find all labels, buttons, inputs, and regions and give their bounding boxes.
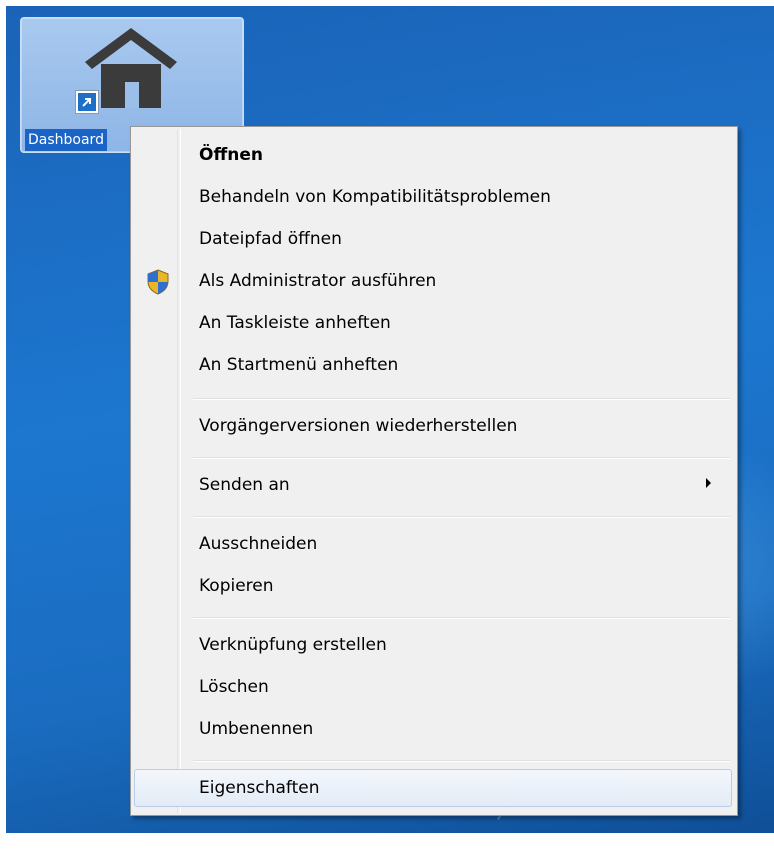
- menu-item-label: Als Administrator ausführen: [199, 271, 437, 291]
- uac-shield-icon: [147, 269, 169, 295]
- menu-item-create-shortcut[interactable]: Verknüpfung erstellen: [134, 626, 732, 664]
- menu-item-pin-to-taskbar[interactable]: An Taskleiste anheften: [134, 304, 732, 342]
- context-menu: Öffnen Behandeln von Kompatibilitätsprob…: [130, 126, 738, 816]
- submenu-arrow-icon: [706, 478, 711, 488]
- menu-item-properties[interactable]: Eigenschaften: [134, 769, 732, 807]
- menu-item-open[interactable]: Öffnen: [134, 136, 732, 174]
- menu-item-label: Vorgängerversionen wiederherstellen: [199, 416, 518, 436]
- menu-item-label: Kopieren: [199, 576, 274, 596]
- menu-item-rename[interactable]: Umbenennen: [134, 710, 732, 748]
- menu-item-label: Umbenennen: [199, 719, 314, 739]
- menu-item-label: Öffnen: [199, 145, 263, 165]
- menu-item-label: Löschen: [199, 677, 269, 697]
- menu-item-send-to[interactable]: Senden an: [134, 466, 732, 504]
- menu-item-label: An Taskleiste anheften: [199, 313, 391, 333]
- menu-item-label: Dateipfad öffnen: [199, 229, 342, 249]
- menu-item-delete[interactable]: Löschen: [134, 668, 732, 706]
- menu-separator: [193, 398, 730, 400]
- menu-separator: [193, 760, 730, 762]
- menu-item-label: Behandeln von Kompatibilitätsproblemen: [199, 187, 551, 207]
- menu-item-open-file-location[interactable]: Dateipfad öffnen: [134, 220, 732, 258]
- menu-item-cut[interactable]: Ausschneiden: [134, 525, 732, 563]
- menu-item-label: An Startmenü anheften: [199, 355, 399, 375]
- desktop-shortcut-label[interactable]: Dashboard: [25, 129, 107, 151]
- menu-item-label: Senden an: [199, 475, 290, 495]
- menu-item-run-as-administrator[interactable]: Als Administrator ausführen: [134, 262, 732, 300]
- menu-item-label: Eigenschaften: [199, 778, 320, 798]
- menu-item-label: Verknüpfung erstellen: [199, 635, 387, 655]
- menu-separator: [193, 617, 730, 619]
- menu-item-pin-to-start-menu[interactable]: An Startmenü anheften: [134, 346, 732, 384]
- shortcut-arrow-icon: [75, 90, 99, 114]
- menu-item-label: Ausschneiden: [199, 534, 318, 554]
- menu-separator: [193, 457, 730, 459]
- menu-item-restore-previous-versions[interactable]: Vorgängerversionen wiederherstellen: [134, 407, 732, 445]
- menu-item-troubleshoot-compatibility[interactable]: Behandeln von Kompatibilitätsproblemen: [134, 178, 732, 216]
- menu-separator: [193, 516, 730, 518]
- menu-item-copy[interactable]: Kopieren: [134, 567, 732, 605]
